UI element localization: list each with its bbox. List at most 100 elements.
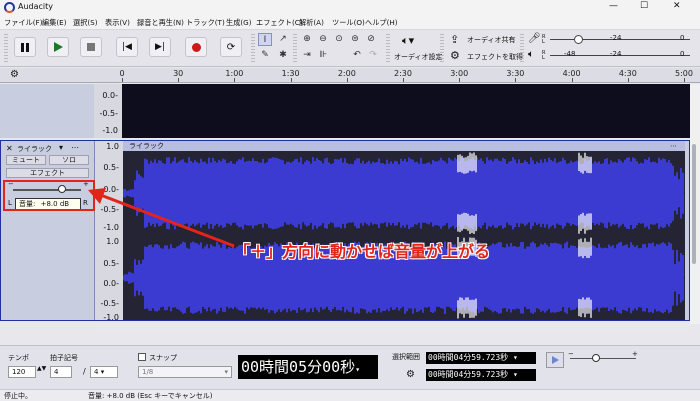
snap-select[interactable]: 1/8 ▾: [138, 366, 232, 378]
track-close-button[interactable]: ✕: [6, 144, 13, 153]
get-effects-button[interactable]: エフェクトを取得: [467, 52, 523, 62]
draw-tool-icon[interactable]: ✎: [258, 49, 272, 62]
record-button[interactable]: [185, 37, 207, 57]
time-sig-numerator[interactable]: 4: [50, 366, 72, 378]
audio-settings-button[interactable]: オーディオ設定: [394, 52, 443, 62]
play-icon: [53, 42, 63, 52]
clip-menu-icon[interactable]: ⋯: [670, 141, 677, 151]
envelope-tool-icon[interactable]: ↗: [276, 33, 290, 46]
clip-header[interactable]: ライラック ⋯: [123, 141, 685, 151]
scale-label: 1.0: [106, 142, 119, 151]
time-display[interactable]: 00時間05分00秒▾: [238, 355, 378, 379]
zoom-out-icon[interactable]: ⊖: [316, 33, 330, 46]
time-signature-label: 拍子記号: [50, 354, 78, 362]
toolbar-grip-share[interactable]: [440, 34, 444, 62]
playback-level-meter[interactable]: -48 -24 0: [550, 50, 690, 61]
play-button[interactable]: [47, 37, 69, 57]
speaker-icon[interactable]: 🔈︎▾: [402, 34, 414, 48]
scale-label: 0.0-: [103, 279, 119, 288]
record-meter-knob[interactable]: [574, 35, 583, 44]
menu-help[interactable]: ヘルプ(H): [365, 18, 398, 28]
timeline-tick: [459, 78, 461, 82]
toolbar-grip-meters[interactable]: [520, 34, 524, 62]
toolbar: |◀ ▶| ⟳ I ↗ ✎ ✱ ⊕ ⊖ ⊙ ⊜ ⊘ ⇥ ⊪ ↶ ↷ 🔈︎▾ オー…: [0, 30, 700, 67]
track-collapse-button[interactable]: ⋯: [71, 143, 79, 152]
share-audio-button[interactable]: オーディオ共有: [467, 35, 516, 45]
skip-start-button[interactable]: |◀: [116, 37, 138, 57]
minimize-button[interactable]: —: [609, 1, 618, 11]
selection-settings-icon[interactable]: ⚙: [406, 369, 415, 380]
close-window-button[interactable]: ✕: [673, 1, 681, 11]
skip-end-button[interactable]: ▶|: [149, 37, 171, 57]
toolbar-grip[interactable]: [4, 34, 8, 62]
menu-bar: ファイル(F) 編集(E) 選択(S) 表示(V) 録音と再生(N) トラック(…: [0, 16, 700, 30]
playback-speed-slider[interactable]: [570, 354, 636, 363]
menu-effect[interactable]: エフェクト(C): [256, 18, 303, 28]
tempo-input[interactable]: 120: [8, 366, 36, 378]
track-name-label[interactable]: ライラック: [17, 144, 52, 154]
snap-checkbox[interactable]: [138, 353, 146, 361]
record-level-meter[interactable]: -24 0: [550, 34, 690, 45]
zoom-in-icon[interactable]: ⊕: [300, 33, 314, 46]
menu-generate[interactable]: 生成(G): [226, 18, 252, 28]
tempo-label: テンポ: [8, 354, 29, 362]
toolbar-grip-tools[interactable]: [251, 34, 255, 62]
menu-view[interactable]: 表示(V): [105, 18, 130, 28]
time-sig-denominator[interactable]: 4 ▾: [90, 366, 118, 378]
scale-label: -0.5-: [99, 109, 119, 118]
vertical-scrollbar[interactable]: [690, 84, 700, 324]
track-menu-button[interactable]: ▾: [59, 143, 63, 152]
mute-button[interactable]: ミュート: [6, 155, 46, 165]
title-bar: Audacity — ☐ ✕: [0, 0, 700, 16]
loop-button[interactable]: ⟳: [220, 37, 242, 57]
zoom-toggle-icon[interactable]: ⊘: [364, 33, 378, 46]
selection-end[interactable]: 00時間04分59.723秒 ▾: [426, 369, 536, 381]
scale-label: -1.0: [103, 313, 119, 322]
undo-icon[interactable]: ↶: [350, 49, 364, 62]
selection-start-value: 00時間04分59.723秒: [428, 353, 509, 362]
multi-tool-icon[interactable]: ✱: [276, 49, 290, 62]
scale-label: -1.0: [102, 126, 118, 135]
selection-tool-icon[interactable]: I: [258, 33, 272, 46]
stop-button[interactable]: [80, 37, 102, 57]
timeline-tick-label: 0: [119, 69, 125, 78]
redo-icon[interactable]: ↷: [366, 49, 380, 62]
silence-icon[interactable]: ⊪: [316, 49, 330, 62]
play-at-speed-button[interactable]: [546, 352, 564, 368]
scale-label: 0.0-: [102, 91, 118, 100]
timeline-settings-icon[interactable]: ⚙: [10, 69, 19, 80]
time-sig-num-value: 4: [54, 368, 59, 376]
tempo-spinner-icon[interactable]: ▲▼: [37, 365, 46, 372]
menu-tools[interactable]: ツール(O): [332, 18, 365, 28]
bottom-toolbar: テンポ 120 ▲▼ 拍子記号 4 / 4 ▾ スナップ 1/8 ▾ 00時間05…: [0, 345, 700, 389]
menu-analyze[interactable]: 解析(A): [299, 18, 324, 28]
window-title: Audacity: [18, 2, 54, 11]
pause-button[interactable]: [14, 37, 36, 57]
fit-selection-icon[interactable]: ⊙: [332, 33, 346, 46]
solo-button[interactable]: ソロ: [49, 155, 89, 165]
menu-tracks[interactable]: トラック(T): [186, 18, 225, 28]
horizontal-scrollbar[interactable]: [94, 323, 690, 333]
play-meter-label-48: -48: [564, 50, 576, 58]
menu-edit[interactable]: 編集(E): [42, 18, 67, 28]
maximize-button[interactable]: ☐: [640, 1, 648, 11]
loop-icon: ⟳: [226, 41, 236, 53]
timeline-tick: [346, 78, 348, 82]
menu-file[interactable]: ファイル(F): [4, 18, 43, 28]
menu-record-play[interactable]: 録音と再生(N): [137, 18, 184, 28]
effects-button[interactable]: エフェクト: [6, 168, 89, 178]
record-icon: [191, 42, 201, 52]
toolbar-grip-edit[interactable]: [293, 34, 297, 62]
timeline-tick: [571, 78, 573, 82]
play-meter-label-0: 0: [680, 50, 685, 58]
timeline-ruler[interactable]: ⚙ 0 30 1:00 1:30 2:00 2:30 3:00 3:30 4:00 4:30 5:0…: [0, 68, 700, 83]
trim-icon[interactable]: ⇥: [300, 49, 314, 62]
timeline-tick-label: 5:00: [675, 69, 693, 78]
toolbar-grip-audio[interactable]: [386, 34, 390, 62]
selection-start[interactable]: 00時間04分59.723秒 ▾: [426, 352, 536, 364]
speaker-meter-icon: 🔈︎: [528, 49, 534, 60]
speed-slider-knob[interactable]: [592, 354, 600, 362]
fit-project-icon[interactable]: ⊜: [348, 33, 362, 46]
timeline-tick-label: 30: [173, 69, 184, 78]
menu-select[interactable]: 選択(S): [73, 18, 98, 28]
